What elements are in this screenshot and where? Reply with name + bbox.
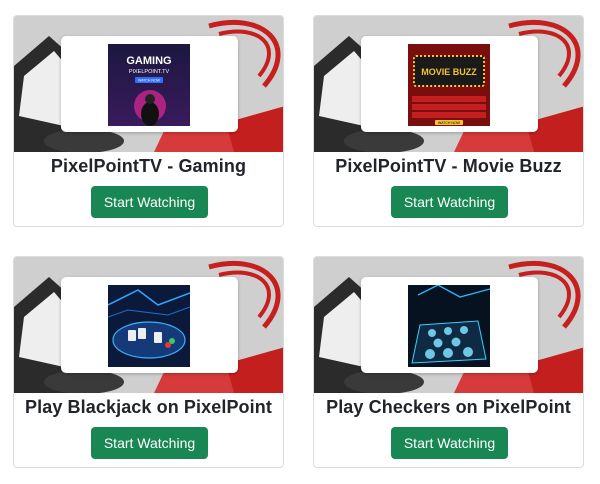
svg-text:WATCH NOW: WATCH NOW (138, 79, 161, 83)
card-title: PixelPointTV - Movie Buzz (335, 156, 562, 176)
blackjack-thumbnail[interactable] (108, 285, 190, 367)
svg-text:WATCH NOW: WATCH NOW (438, 121, 461, 125)
stream-card-checkers: Play Checkers on PixelPoint Start Watchi… (313, 256, 584, 468)
start-watching-button[interactable]: Start Watching (91, 186, 208, 218)
card-banner (314, 257, 583, 393)
movie-buzz-thumbnail[interactable]: MOVIE BUZZ WATCH NOW (408, 44, 490, 126)
thumbnail-frame (361, 277, 538, 373)
stream-card-gaming: GAMING PIXELPOINT.TV WATCH NOW PixelPoin… (13, 15, 284, 227)
start-watching-button[interactable]: Start Watching (91, 427, 208, 459)
stream-card-blackjack: Play Blackjack on PixelPoint Start Watch… (13, 256, 284, 468)
card-title: Play Checkers on PixelPoint (326, 397, 571, 417)
thumbnail-frame (61, 277, 238, 373)
card-banner: MOVIE BUZZ WATCH NOW (314, 16, 583, 152)
svg-text:MOVIE BUZZ: MOVIE BUZZ (421, 67, 477, 77)
svg-text:PIXELPOINT.TV: PIXELPOINT.TV (129, 69, 170, 75)
gaming-thumbnail[interactable]: GAMING PIXELPOINT.TV WATCH NOW (108, 44, 190, 126)
thumbnail-frame: GAMING PIXELPOINT.TV WATCH NOW (61, 36, 238, 132)
checkers-thumbnail[interactable] (408, 285, 490, 367)
svg-text:GAMING: GAMING (126, 55, 171, 67)
stream-card-movie-buzz: MOVIE BUZZ WATCH NOW PixelPointTV - Movi… (313, 15, 584, 227)
card-title: Play Blackjack on PixelPoint (25, 397, 272, 417)
start-watching-button[interactable]: Start Watching (391, 186, 508, 218)
start-watching-button[interactable]: Start Watching (391, 427, 508, 459)
card-title: PixelPointTV - Gaming (50, 156, 247, 176)
card-banner: GAMING PIXELPOINT.TV WATCH NOW (14, 16, 283, 152)
thumbnail-frame: MOVIE BUZZ WATCH NOW (361, 36, 538, 132)
card-banner (14, 257, 283, 393)
